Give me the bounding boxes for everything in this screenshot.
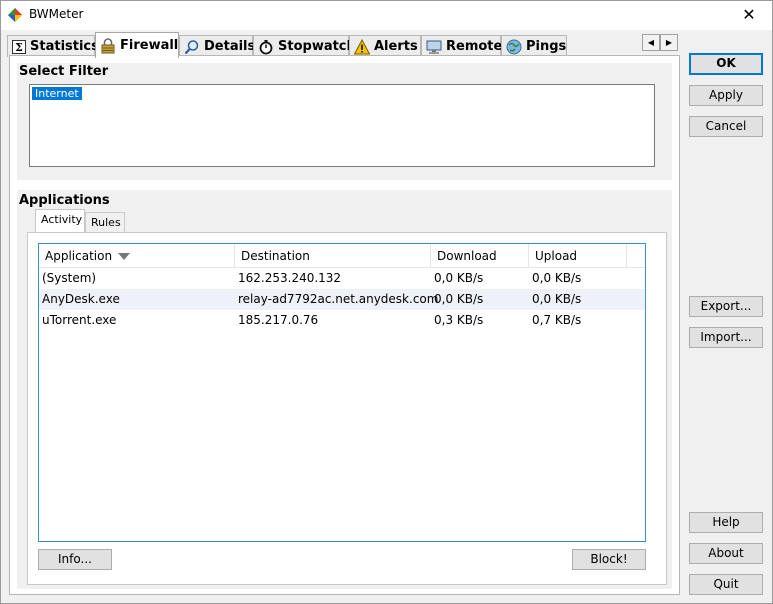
tab-alerts[interactable]: Alerts	[349, 35, 421, 57]
tab-details[interactable]: Details	[179, 35, 256, 57]
filter-listbox[interactable]: Internet	[29, 84, 655, 167]
magnifier-icon	[184, 39, 200, 55]
about-button[interactable]: About	[689, 543, 763, 564]
window-title: BWMeter	[29, 7, 84, 21]
activity-panel: Application Destination Download Upload …	[27, 232, 667, 585]
cancel-button[interactable]: Cancel	[689, 116, 763, 137]
tab-label: Alerts	[374, 38, 418, 54]
bwmeter-logo-icon	[7, 7, 23, 23]
tab-label: Pings	[526, 38, 567, 54]
column-header-upload[interactable]: Upload	[529, 244, 627, 268]
tab-label: Remote	[446, 38, 503, 54]
sigma-icon: Σ	[12, 39, 26, 55]
cell-upload: 0,0 KB/s	[532, 292, 582, 306]
cell-upload: 0,0 KB/s	[532, 271, 582, 285]
cell-application: uTorrent.exe	[42, 313, 117, 327]
cell-application: (System)	[42, 271, 97, 285]
block-button[interactable]: Block!	[572, 549, 646, 570]
activity-list[interactable]: Application Destination Download Upload …	[38, 243, 646, 542]
tab-scroll-right-button[interactable]: ▶	[660, 34, 678, 51]
close-window-button[interactable]: ✕	[726, 1, 772, 30]
sort-descending-icon	[118, 253, 130, 260]
column-header-download[interactable]: Download	[431, 244, 529, 268]
cell-application: AnyDesk.exe	[42, 292, 120, 306]
subtab-rules[interactable]: Rules	[85, 212, 125, 232]
cell-destination: relay-ad7792ac.net.anydesk.com	[238, 292, 439, 306]
table-row[interactable]: (System) 162.253.240.132 0,0 KB/s 0,0 KB…	[39, 268, 645, 289]
warning-icon	[354, 38, 370, 55]
table-row[interactable]: AnyDesk.exe relay-ad7792ac.net.anydesk.c…	[39, 289, 645, 310]
tab-scroll-left-button[interactable]: ◀	[642, 34, 660, 51]
cell-download: 0,0 KB/s	[434, 292, 484, 306]
select-filter-section: Select Filter Internet	[17, 63, 672, 180]
tab-firewall[interactable]: Firewall	[95, 32, 179, 58]
tab-remote[interactable]: Remote	[421, 35, 503, 57]
import-button[interactable]: Import...	[689, 327, 763, 348]
activity-list-header: Application Destination Download Upload	[39, 244, 645, 268]
tab-label: Firewall	[120, 37, 179, 53]
cell-destination: 162.253.240.132	[238, 271, 342, 285]
ok-button[interactable]: OK	[689, 53, 763, 75]
tab-pings[interactable]: Pings	[501, 35, 567, 57]
cell-destination: 185.217.0.76	[238, 313, 319, 327]
help-button[interactable]: Help	[689, 512, 763, 533]
quit-button[interactable]: Quit	[689, 574, 763, 595]
cell-download: 0,3 KB/s	[434, 313, 484, 327]
info-button[interactable]: Info...	[38, 549, 112, 570]
cell-download: 0,0 KB/s	[434, 271, 484, 285]
column-header-destination[interactable]: Destination	[235, 244, 431, 268]
monitor-icon	[426, 39, 442, 55]
export-button[interactable]: Export...	[689, 296, 763, 317]
tab-label: Statistics	[30, 38, 99, 54]
table-row[interactable]: uTorrent.exe 185.217.0.76 0,3 KB/s 0,7 K…	[39, 310, 645, 331]
tab-scroll-arrows: ◀ ▶	[642, 34, 678, 51]
subtab-activity[interactable]: Activity	[35, 209, 85, 232]
stopwatch-icon	[258, 39, 274, 55]
title-bar: BWMeter ✕	[1, 1, 772, 30]
column-header-application[interactable]: Application	[39, 244, 235, 268]
tab-statistics[interactable]: Σ Statistics	[7, 35, 99, 57]
select-filter-title: Select Filter	[19, 64, 109, 79]
firewall-panel: Select Filter Internet Applications Acti…	[9, 55, 680, 595]
globe-icon	[506, 39, 522, 55]
lock-icon	[100, 37, 116, 54]
tab-label: Stopwatch	[278, 38, 356, 54]
filter-item-internet[interactable]: Internet	[32, 87, 82, 100]
bwmeter-window: BWMeter ✕ Σ Statistics Firewall Details	[0, 0, 773, 604]
apply-button[interactable]: Apply	[689, 85, 763, 106]
tab-stopwatch[interactable]: Stopwatch	[253, 35, 356, 57]
applications-title: Applications	[19, 193, 110, 208]
svg-text:Σ: Σ	[15, 41, 23, 54]
cell-upload: 0,7 KB/s	[532, 313, 582, 327]
tab-label: Details	[204, 38, 256, 54]
applications-section: Applications Activity Rules Application …	[17, 190, 672, 589]
